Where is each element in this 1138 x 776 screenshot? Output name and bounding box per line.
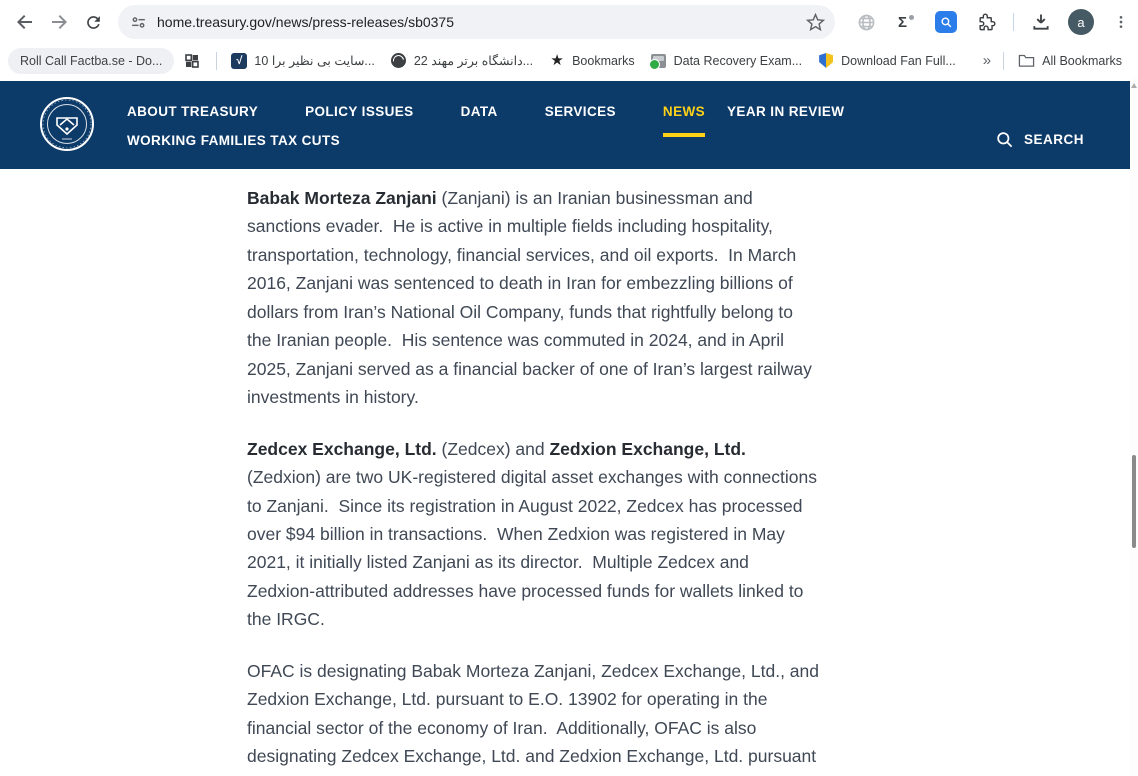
star-favicon: ★ — [550, 53, 563, 68]
bookmarks-separator — [1003, 52, 1004, 70]
nav-data[interactable]: DATA — [461, 104, 498, 119]
page-viewport: ABOUT TREASURY POLICY ISSUES DATA SERVIC… — [0, 77, 1130, 776]
avatar: a — [1068, 9, 1094, 35]
scrollbar-thumb[interactable] — [1132, 455, 1136, 548]
three-dot-menu-icon — [1113, 14, 1129, 30]
search-label: SEARCH — [1024, 132, 1084, 147]
bookmark-label: 22 دانشگاه برتر مهند... — [414, 53, 533, 68]
drive-favicon — [651, 54, 666, 68]
site-settings-icon — [130, 14, 147, 31]
search-extension-button[interactable] — [929, 5, 963, 39]
url-bar[interactable]: home.treasury.gov/news/press-releases/sb… — [118, 5, 835, 39]
download-icon — [1031, 12, 1051, 32]
search-icon — [995, 130, 1014, 149]
bookmark-item[interactable]: 22 دانشگاه برتر مهند... — [383, 53, 541, 69]
back-icon — [15, 12, 35, 32]
nav-news-active[interactable]: NEWS — [663, 104, 705, 119]
bookmarks-separator — [216, 52, 217, 70]
sigma-icon: Σ — [898, 14, 914, 31]
nav-services[interactable]: SERVICES — [545, 104, 616, 119]
back-button[interactable] — [8, 5, 42, 39]
folder-icon — [1018, 53, 1035, 68]
bookmark-label: Data Recovery Exam... — [674, 54, 803, 68]
tab-group-chip[interactable]: Roll Call Factba.se - Do... — [8, 48, 174, 74]
all-bookmarks-label: All Bookmarks — [1042, 54, 1122, 68]
toolbar-separator — [1013, 13, 1014, 31]
apps-grid-icon — [184, 53, 200, 69]
nav-year-in-review[interactable]: YEAR IN REVIEW — [727, 104, 844, 119]
all-bookmarks-button[interactable]: All Bookmarks — [1010, 53, 1130, 68]
blue-magnifier-icon — [935, 11, 957, 33]
site-search-button[interactable]: SEARCH — [995, 130, 1084, 149]
nav-about-treasury[interactable]: ABOUT TREASURY — [127, 104, 258, 119]
bookmarks-overflow-button[interactable]: » — [977, 52, 997, 69]
reload-icon — [84, 13, 103, 32]
profile-button[interactable]: a — [1064, 5, 1098, 39]
v-logo-favicon: √ — [231, 53, 247, 69]
forward-button[interactable] — [42, 5, 76, 39]
nav-working-families-tax-cuts[interactable]: WORKING FAMILIES TAX CUTS — [127, 133, 340, 148]
bookmark-item[interactable]: Download Fan Full... — [810, 53, 964, 69]
globe-extension-button[interactable] — [849, 5, 883, 39]
apps-grid-button[interactable] — [174, 53, 210, 69]
paragraph: OFAC is designating Babak Morteza Zanjan… — [247, 657, 819, 776]
browser-toolbar: home.treasury.gov/news/press-releases/sb… — [0, 0, 1138, 44]
bookmark-label: Bookmarks — [572, 54, 635, 68]
sigma-extension-button[interactable]: Σ — [889, 5, 923, 39]
browser-window: home.treasury.gov/news/press-releases/sb… — [0, 0, 1138, 776]
paragraph: Babak Morteza Zanjani (Zanjani) is an Ir… — [247, 184, 819, 412]
bookmark-item[interactable]: √ 10 سایت بی نظیر برا... — [223, 53, 382, 69]
paragraph: Zedcex Exchange, Ltd. (Zedcex) and Zedxi… — [247, 435, 819, 634]
bookmark-label: Download Fan Full... — [841, 54, 956, 68]
bookmarks-bar: Roll Call Factba.se - Do... √ 10 سایت بی… — [0, 44, 1138, 77]
url-text[interactable]: home.treasury.gov/news/press-releases/sb… — [157, 14, 806, 30]
treasury-header: ABOUT TREASURY POLICY ISSUES DATA SERVIC… — [0, 81, 1130, 169]
article: Babak Morteza Zanjani (Zanjani) is an Ir… — [247, 184, 819, 776]
extensions-area: Σ a — [849, 5, 1138, 39]
puzzle-icon — [977, 13, 996, 32]
forward-icon — [49, 12, 69, 32]
treasury-seal-logo[interactable] — [39, 96, 95, 152]
extensions-button[interactable] — [969, 5, 1003, 39]
shield-favicon — [819, 53, 833, 68]
bookmark-star-icon[interactable] — [806, 13, 825, 32]
downloads-button[interactable] — [1024, 5, 1058, 39]
browser-menu-button[interactable] — [1104, 5, 1138, 39]
globe-favicon — [391, 53, 406, 68]
bookmark-label: 10 سایت بی نظیر برا... — [254, 53, 374, 68]
page-scrollbar[interactable] — [1130, 77, 1138, 776]
reload-button[interactable] — [76, 5, 110, 39]
primary-nav: ABOUT TREASURY POLICY ISSUES DATA SERVIC… — [127, 104, 844, 119]
nav-policy-issues[interactable]: POLICY ISSUES — [305, 104, 413, 119]
bookmark-item[interactable]: Data Recovery Exam... — [643, 53, 811, 69]
bookmark-item[interactable]: ★ Bookmarks — [541, 53, 643, 69]
globe-icon — [857, 13, 876, 32]
scrollbar-up-arrow[interactable] — [1131, 83, 1137, 88]
